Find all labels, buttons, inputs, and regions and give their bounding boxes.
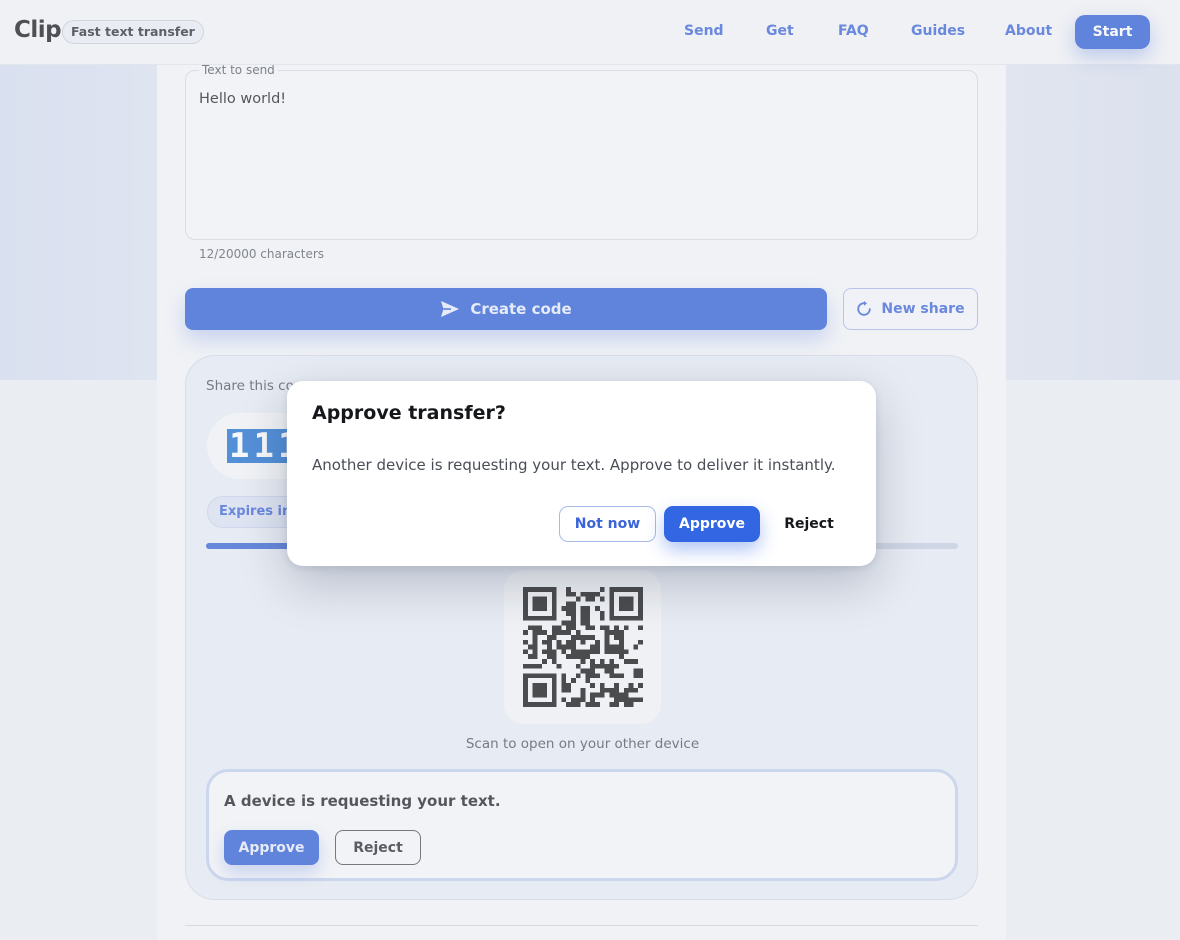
approve-transfer-dialog: Approve transfer? Another device is requ… <box>287 381 876 566</box>
approve-button[interactable]: Approve <box>664 506 760 542</box>
reject-button[interactable]: Reject <box>773 506 845 542</box>
dialog-message: Another device is requesting your text. … <box>312 456 836 474</box>
not-now-button[interactable]: Not now <box>559 506 656 542</box>
dialog-title: Approve transfer? <box>312 402 506 424</box>
